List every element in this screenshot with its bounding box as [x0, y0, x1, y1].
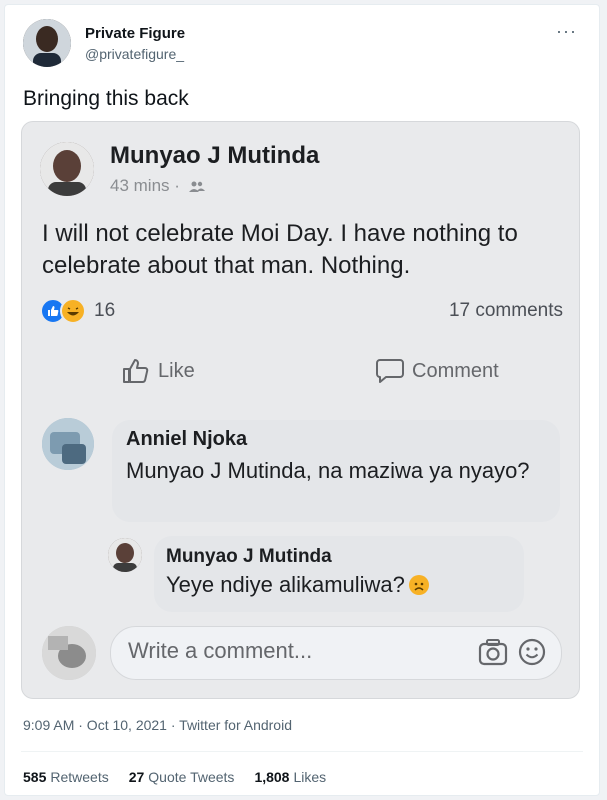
post-time: 43 mins ·: [110, 176, 205, 196]
post-author-name: Munyao J Mutinda: [110, 142, 320, 169]
quotes-label: Quote Tweets: [148, 769, 235, 785]
like-button[interactable]: Like: [122, 358, 195, 384]
comment-input-placeholder[interactable]: Write a comment...: [128, 638, 312, 664]
tweet-stats: 585 Retweets 27 Quote Tweets 1,808 Likes: [23, 769, 346, 785]
post-author-avatar: [40, 142, 94, 196]
reactions-summary[interactable]: 16: [40, 298, 115, 324]
reactions-count: 16: [94, 300, 116, 321]
like-label: Like: [158, 359, 195, 382]
emoji-icon[interactable]: [518, 638, 546, 671]
tweet-timestamp[interactable]: 9:09 AM · Oct 10, 2021 · Twitter for And…: [23, 717, 292, 733]
sad-emoji-icon: [408, 575, 429, 595]
post-text: I will not celebrate Moi Day. I have not…: [42, 220, 518, 279]
comment-icon: [376, 359, 404, 383]
reply-text: Yeye ndiye alikamuliwa?: [166, 572, 405, 597]
current-user-avatar: [42, 626, 96, 680]
likes-stat[interactable]: 1,808 Likes: [254, 769, 326, 785]
more-icon[interactable]: ···: [556, 21, 577, 42]
divider: [21, 751, 583, 752]
author-name[interactable]: Private Figure: [85, 25, 185, 42]
retweets-label: Retweets: [50, 769, 109, 785]
haha-reaction-icon: [60, 298, 86, 324]
retweets-count: 585: [23, 769, 47, 785]
friends-icon: [188, 181, 205, 192]
embedded-facebook-post[interactable]: Munyao J Mutinda 43 mins · I will not ce…: [21, 121, 580, 699]
reply-text-row: Yeye ndiye alikamuliwa?: [166, 572, 429, 598]
author-avatar[interactable]: [23, 19, 71, 67]
reply-author[interactable]: Munyao J Mutinda: [166, 546, 332, 568]
author-handle[interactable]: @privatefigure_: [85, 46, 184, 62]
quotes-stat[interactable]: 27 Quote Tweets: [129, 769, 235, 785]
likes-count: 1,808: [254, 769, 290, 785]
commenter-avatar: [42, 418, 94, 470]
comment-author[interactable]: Anniel Njoka: [126, 428, 247, 451]
likes-label: Likes: [293, 769, 327, 785]
comment-label: Comment: [412, 359, 499, 382]
thumbs-up-icon: [123, 359, 149, 383]
post-time-text: 43 mins ·: [110, 176, 180, 195]
retweets-stat[interactable]: 585 Retweets: [23, 769, 109, 785]
reply-avatar: [108, 538, 142, 572]
camera-icon[interactable]: [478, 638, 508, 671]
comment-button[interactable]: Comment: [376, 358, 499, 384]
comments-count[interactable]: 17 comments: [449, 300, 563, 322]
tweet-text: Bringing this back: [23, 87, 189, 110]
tweet-card: Private Figure @privatefigure_ ··· Bring…: [4, 4, 600, 796]
quotes-count: 27: [128, 769, 145, 785]
comment-text: Munyao J Mutinda, na maziwa ya nyayo?: [126, 458, 530, 483]
